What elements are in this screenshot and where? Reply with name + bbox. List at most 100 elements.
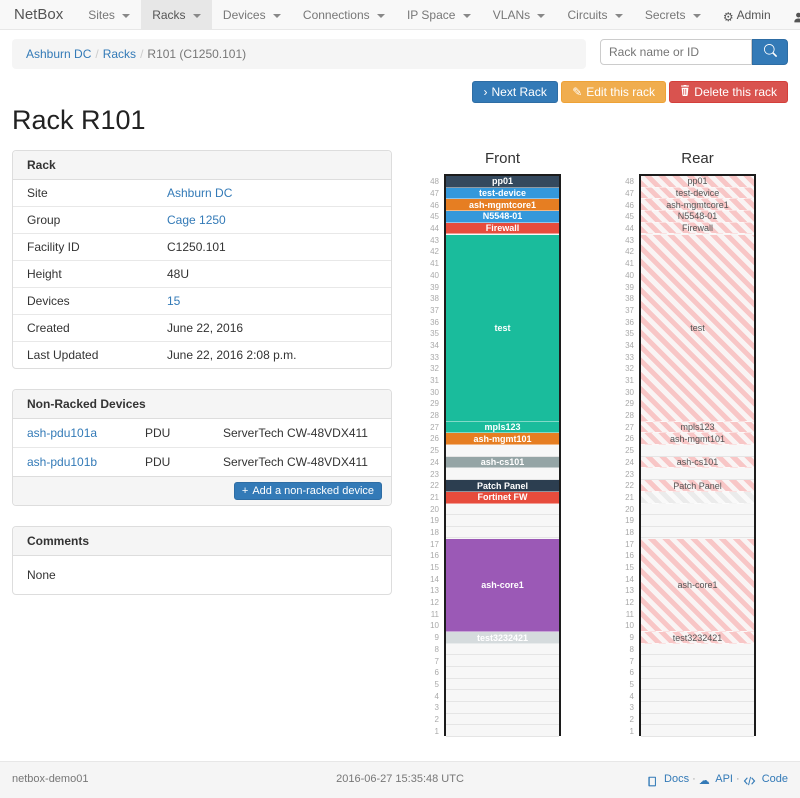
unit-number: 4	[617, 690, 639, 702]
nav-item-racks[interactable]: Racks	[141, 0, 212, 29]
delete-rack-button[interactable]: Delete this rack	[669, 81, 788, 103]
unit-number: 1	[422, 725, 444, 737]
cloud-icon: ☁	[699, 774, 710, 787]
rack-device-front-mpls123[interactable]: mpls123	[446, 422, 559, 434]
nav-item-circuits[interactable]: Circuits	[556, 0, 633, 29]
nonracked-devices-panel: Non-Racked Devices ash-pdu101aPDUServerT…	[12, 389, 392, 506]
rack-device-rear-ash-core1[interactable]: ash-core1	[641, 539, 754, 633]
rack-device-front-test[interactable]: test	[446, 235, 559, 422]
nav-item-sites[interactable]: Sites	[77, 0, 141, 29]
caret-down-icon	[537, 14, 545, 18]
rack-device-rear-firewall[interactable]: Firewall	[641, 223, 754, 235]
rack-device-front-ash-core1[interactable]: ash-core1	[446, 539, 559, 633]
device-link-ash-pdu101b[interactable]: ash-pdu101b	[27, 455, 97, 469]
unit-number: 43	[422, 234, 444, 246]
attr-link-site[interactable]: Ashburn DC	[167, 186, 232, 200]
rack-device-rear-n5548-01[interactable]: N5548-01	[641, 211, 754, 223]
unit-number: 45	[617, 211, 639, 223]
empty-unit	[446, 714, 559, 726]
nav-item-secrets[interactable]: Secrets	[634, 0, 712, 29]
unit-number: 36	[617, 316, 639, 328]
rack-device-rear-patch-panel[interactable]: Patch Panel	[641, 480, 754, 492]
nav-item-devices[interactable]: Devices	[212, 0, 292, 29]
rack-device-rear-fortinet-fw[interactable]	[641, 492, 754, 504]
footer-link-api[interactable]: ☁ API	[699, 773, 733, 785]
rack-search	[600, 39, 788, 65]
front-rack-body: pp01test-deviceash-mgmtcore1N5548-01Fire…	[444, 174, 561, 736]
rack-device-front-patch-panel[interactable]: Patch Panel	[446, 480, 559, 492]
empty-unit	[446, 445, 559, 457]
device-type: PDU	[145, 426, 223, 440]
rack-device-rear-test-device[interactable]: test-device	[641, 188, 754, 200]
attr-label: Facility ID	[27, 240, 167, 254]
edit-rack-button[interactable]: ✎Edit this rack	[561, 81, 666, 103]
unit-number: 26	[617, 433, 639, 445]
rack-device-rear-test3232421[interactable]: test3232421	[641, 632, 754, 644]
next-rack-button[interactable]: ›Next Rack	[472, 81, 557, 103]
unit-number: 39	[422, 281, 444, 293]
footer-links: Docs·☁ API· Code	[588, 773, 788, 787]
attr-link-group[interactable]: Cage 1250	[167, 213, 226, 227]
add-nonracked-device-button[interactable]: +Add a non-racked device	[234, 482, 382, 500]
rack-device-rear-mpls123[interactable]: mpls123	[641, 422, 754, 434]
rack-device-front-firewall[interactable]: Firewall	[446, 223, 559, 235]
nav-item-vlans[interactable]: VLANs	[482, 0, 557, 29]
nav-item-ip-space[interactable]: IP Space	[396, 0, 482, 29]
navbar-right-items: ⚙AdminProfileLog out	[712, 0, 800, 29]
caret-down-icon	[122, 14, 130, 18]
unit-number: 20	[617, 503, 639, 515]
attr-link-devices[interactable]: 15	[167, 294, 180, 308]
attr-value-facility-id: C1250.101	[167, 240, 226, 254]
profile-link[interactable]: Profile	[782, 0, 800, 29]
unit-number: 47	[617, 188, 639, 200]
unit-number: 6	[617, 667, 639, 679]
rack-device-front-test3232421[interactable]: test3232421	[446, 632, 559, 644]
unit-number: 17	[422, 538, 444, 550]
empty-unit	[446, 702, 559, 714]
rack-device-front-fortinet-fw[interactable]: Fortinet FW	[446, 492, 559, 504]
search-button[interactable]	[752, 39, 788, 65]
empty-unit	[641, 515, 754, 527]
rack-device-rear-test[interactable]: test	[641, 235, 754, 422]
nonracked-device-row: ash-pdu101bPDUServerTech CW-48VDX411	[13, 447, 391, 476]
attr-value-devices: 15	[167, 294, 180, 308]
rack-device-rear-pp01[interactable]: pp01	[641, 176, 754, 188]
unit-number: 15	[422, 562, 444, 574]
unit-number: 27	[422, 421, 444, 433]
unit-number: 12	[422, 597, 444, 609]
breadcrumb-item-ashburn-dc[interactable]: Ashburn DC	[26, 47, 91, 61]
empty-unit	[641, 714, 754, 726]
rack-device-front-ash-mgmt101[interactable]: ash-mgmt101	[446, 433, 559, 445]
rack-device-rear-ash-mgmtcore1[interactable]: ash-mgmtcore1	[641, 199, 754, 211]
rack-device-rear-ash-cs101[interactable]: ash-cs101	[641, 457, 754, 469]
rack-device-front-n5548-01[interactable]: N5548-01	[446, 211, 559, 223]
unit-number: 3	[617, 702, 639, 714]
footer-link-code[interactable]: Code	[743, 773, 788, 785]
rack-attr-row: Facility IDC1250.101	[13, 233, 391, 260]
breadcrumb-item-racks[interactable]: Racks	[103, 47, 136, 61]
empty-unit	[641, 655, 754, 667]
rack-device-front-ash-mgmtcore1[interactable]: ash-mgmtcore1	[446, 199, 559, 211]
rack-device-front-test-device[interactable]: test-device	[446, 188, 559, 200]
nav-item-connections[interactable]: Connections	[292, 0, 396, 29]
nonracked-device-row: ash-pdu101aPDUServerTech CW-48VDX411	[13, 419, 391, 447]
rack-device-rear-ash-mgmt101[interactable]: ash-mgmt101	[641, 433, 754, 445]
empty-unit	[446, 667, 559, 679]
unit-number: 7	[617, 655, 639, 667]
brand-logo[interactable]: NetBox	[0, 0, 77, 29]
unit-number: 18	[617, 527, 639, 539]
chevron-right-icon: ›	[483, 85, 487, 99]
unit-number: 40	[617, 270, 639, 282]
footer-link-docs[interactable]: Docs	[647, 773, 689, 785]
admin-link[interactable]: ⚙Admin	[712, 0, 782, 29]
navbar: NetBox Sites Racks Devices Connections I…	[0, 0, 800, 30]
unit-number: 5	[422, 679, 444, 691]
search-input[interactable]	[600, 39, 752, 65]
rack-device-front-pp01[interactable]: pp01	[446, 176, 559, 188]
unit-number: 20	[422, 503, 444, 515]
unit-number: 28	[617, 410, 639, 422]
caret-down-icon	[273, 14, 281, 18]
trash-icon	[680, 85, 690, 99]
device-link-ash-pdu101a[interactable]: ash-pdu101a	[27, 426, 97, 440]
rack-device-front-ash-cs101[interactable]: ash-cs101	[446, 457, 559, 469]
